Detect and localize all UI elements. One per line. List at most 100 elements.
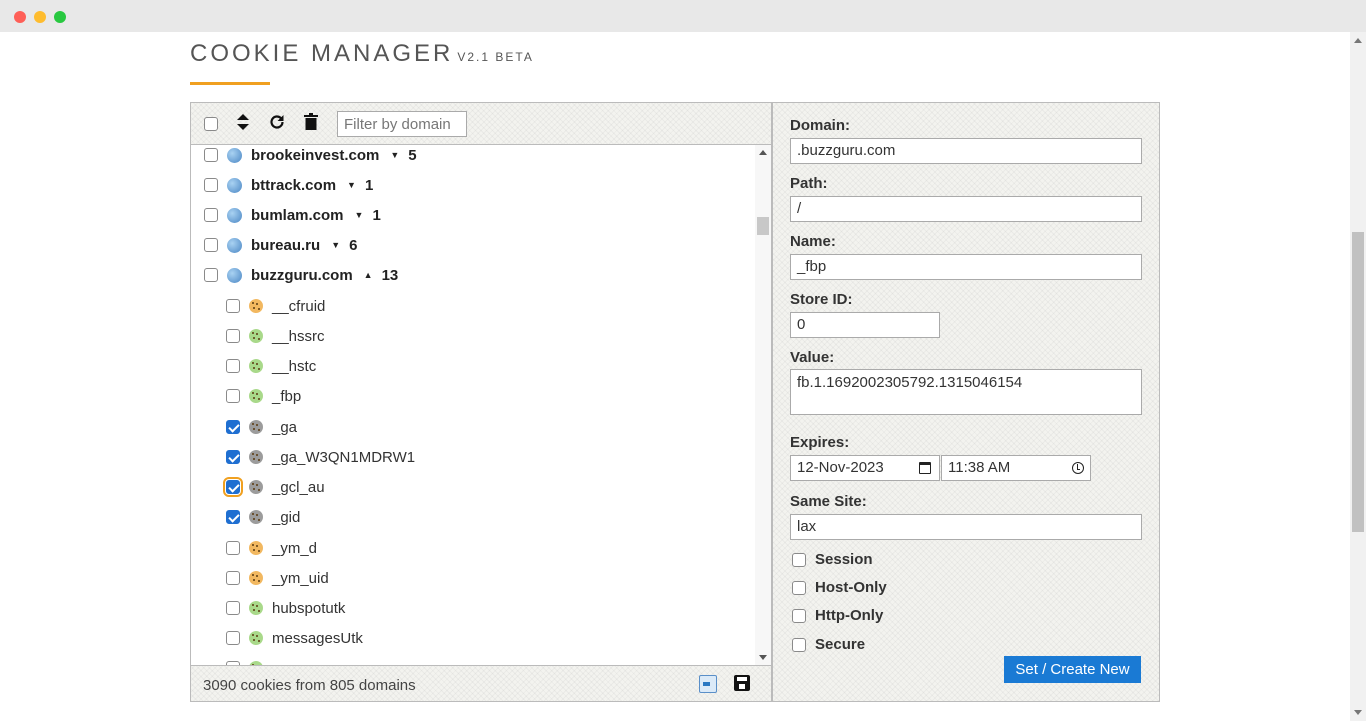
same-site-input[interactable]: lax <box>790 514 1142 540</box>
cookie-checkbox[interactable] <box>226 601 240 615</box>
cookie-row[interactable]: messagesUtk <box>226 625 363 651</box>
trash-icon[interactable] <box>300 113 322 135</box>
domain-name: brookeinvest.com <box>251 146 380 164</box>
domain-checkbox[interactable] <box>204 148 218 162</box>
calendar-icon[interactable] <box>919 462 931 474</box>
close-window-button[interactable] <box>14 11 26 23</box>
cookie-checkbox[interactable] <box>226 329 240 343</box>
app-title: COOKIE MANAGER V2.1 BETA <box>190 40 534 68</box>
cookie-checkbox[interactable] <box>226 571 240 585</box>
session-option[interactable]: Session <box>792 551 873 568</box>
import-icon[interactable] <box>699 675 717 693</box>
secure-label: Secure <box>815 636 866 653</box>
cookie-row[interactable]: _fbp <box>226 383 301 409</box>
cookie-checkbox[interactable] <box>223 477 243 497</box>
expand-arrow-icon[interactable]: ▼ <box>347 180 356 190</box>
cookie-checkbox[interactable] <box>226 510 240 524</box>
domain-name: bureau.ru <box>251 236 321 254</box>
app-version: V2.1 BETA <box>457 50 534 64</box>
domain-input[interactable]: .buzzguru.com <box>790 138 1142 164</box>
http-only-checkbox[interactable] <box>792 608 806 623</box>
cookie-row[interactable]: _ym_uid <box>226 565 329 591</box>
domain-row[interactable]: bureau.ru ▼ 6 <box>204 232 357 258</box>
cookie-gray-icon <box>249 420 263 434</box>
domain-row[interactable]: buzzguru.com ▲ 13 <box>204 262 398 288</box>
name-input-value: _fbp <box>797 258 827 275</box>
cookie-list-panel: brookeinvest.com ▼ 5 bttrack.com ▼ 1 bum… <box>190 102 772 702</box>
cookie-row[interactable]: hubspotutk <box>226 595 345 621</box>
host-only-checkbox[interactable] <box>792 580 806 595</box>
cookie-name: _fbp <box>272 387 302 405</box>
name-input[interactable]: _fbp <box>790 254 1142 280</box>
scroll-up-arrow-icon[interactable] <box>759 150 767 155</box>
domain-label: Domain: <box>790 117 850 134</box>
cookie-checkbox[interactable] <box>226 389 240 403</box>
domain-checkbox[interactable] <box>204 268 218 282</box>
host-only-option[interactable]: Host-Only <box>792 579 887 596</box>
cookie-row[interactable]: _ga <box>226 414 297 440</box>
domain-checkbox[interactable] <box>204 208 218 222</box>
path-input[interactable]: / <box>790 196 1142 222</box>
cookie-checkbox[interactable] <box>226 420 240 434</box>
cookie-row[interactable]: __hssrc <box>226 323 325 349</box>
expires-time-input[interactable]: 11:38 AM <box>941 455 1091 481</box>
set-create-button[interactable]: Set / Create New <box>1004 656 1141 683</box>
page-scrollbar[interactable] <box>1350 32 1366 721</box>
value-textarea-value: fb.1.1692002305792.1315046154 <box>797 374 1023 391</box>
http-only-option[interactable]: Http-Only <box>792 607 883 624</box>
cookie-checkbox[interactable] <box>226 359 240 373</box>
cookie-checkbox[interactable] <box>226 299 240 313</box>
cookie-orange-icon <box>249 299 263 313</box>
expand-arrow-icon[interactable]: ▼ <box>331 240 340 250</box>
list-scrollbar[interactable] <box>755 145 771 665</box>
cookie-row[interactable]: __cfruid <box>226 293 325 319</box>
cookie-name: _ga <box>272 418 298 436</box>
cookie-row[interactable]: _gid <box>226 504 300 530</box>
secure-checkbox[interactable] <box>792 637 806 652</box>
cookie-checkbox[interactable] <box>226 631 240 645</box>
cookie-green-icon <box>249 601 263 615</box>
clock-icon[interactable] <box>1072 462 1084 474</box>
cookie-checkbox[interactable] <box>226 541 240 555</box>
minimize-window-button[interactable] <box>34 11 46 23</box>
domain-row[interactable]: brookeinvest.com ▼ 5 <box>204 145 417 168</box>
save-icon[interactable] <box>734 675 750 691</box>
scroll-down-arrow-icon[interactable] <box>759 655 767 660</box>
name-label: Name: <box>790 233 836 250</box>
page-scroll-down-arrow-icon[interactable] <box>1354 710 1362 715</box>
cookie-row-partial[interactable] <box>226 655 272 665</box>
expand-arrow-icon[interactable]: ▼ <box>355 210 364 220</box>
select-all-checkbox[interactable] <box>204 117 218 131</box>
window-titlebar <box>0 0 1366 32</box>
domain-name: bumlam.com <box>251 206 344 224</box>
sort-icon[interactable] <box>232 113 254 135</box>
domain-checkbox[interactable] <box>204 238 218 252</box>
cookie-row[interactable]: _ga_W3QN1MDRW1 <box>226 444 415 470</box>
expires-date-input[interactable]: 12-Nov-2023 <box>790 455 940 481</box>
domain-row[interactable]: bttrack.com ▼ 1 <box>204 172 373 198</box>
domain-row[interactable]: bumlam.com ▼ 1 <box>204 202 381 228</box>
scroll-thumb[interactable] <box>757 217 769 235</box>
cookie-name: _ym_d <box>272 539 318 557</box>
maximize-window-button[interactable] <box>54 11 66 23</box>
cookie-row[interactable]: _gcl_au <box>223 474 325 500</box>
expand-arrow-icon[interactable]: ▼ <box>390 150 399 160</box>
collapse-arrow-icon[interactable]: ▲ <box>364 270 373 280</box>
store-id-input[interactable]: 0 <box>790 312 940 338</box>
refresh-icon[interactable] <box>266 113 288 135</box>
domain-checkbox[interactable] <box>204 178 218 192</box>
host-only-label: Host-Only <box>815 579 887 596</box>
session-checkbox[interactable] <box>792 552 806 567</box>
page-scroll-thumb[interactable] <box>1352 232 1364 532</box>
domain-filter-input[interactable] <box>337 111 467 137</box>
secure-option[interactable]: Secure <box>792 636 865 653</box>
value-textarea[interactable]: fb.1.1692002305792.1315046154 <box>790 369 1142 415</box>
cookie-count: 6 <box>349 236 358 254</box>
page-scroll-up-arrow-icon[interactable] <box>1354 38 1362 43</box>
cookie-tree: brookeinvest.com ▼ 5 bttrack.com ▼ 1 bum… <box>191 145 771 665</box>
cookie-name: messagesUtk <box>272 629 363 647</box>
cookie-row[interactable]: _ym_d <box>226 535 317 561</box>
cookie-row[interactable]: __hstc <box>226 353 316 379</box>
cookie-name: __hssrc <box>272 327 325 345</box>
cookie-checkbox[interactable] <box>226 450 240 464</box>
